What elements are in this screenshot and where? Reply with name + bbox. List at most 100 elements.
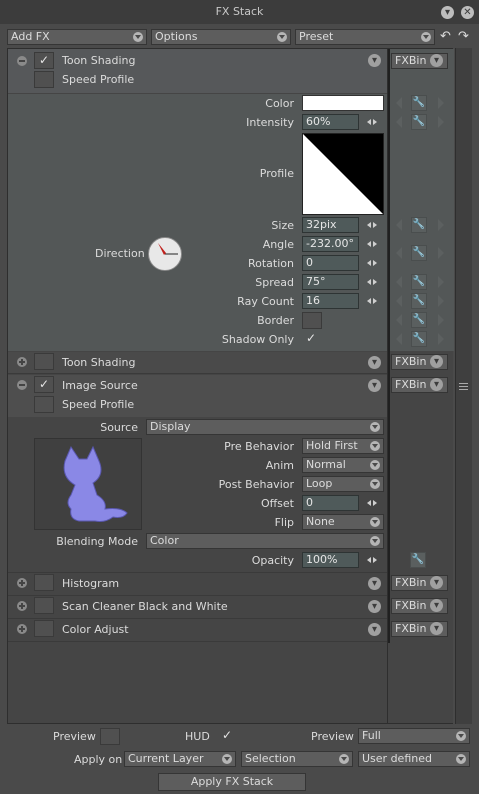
direction-needle-icon (158, 243, 178, 255)
profile-curve-graphic (303, 134, 383, 214)
fx-enable-checkbox[interactable] (34, 574, 54, 591)
keyframe-nav[interactable]: 🔧 (391, 216, 449, 234)
source-dropdown[interactable]: Display (146, 419, 384, 435)
opacity-label: Opacity (251, 554, 294, 567)
expand-fx-icon[interactable] (17, 357, 27, 367)
size-label: Size (271, 219, 294, 232)
fx-menu-icon[interactable]: ▾ (368, 379, 381, 392)
fx-enable-checkbox[interactable] (34, 620, 54, 637)
fx-menu-icon[interactable]: ▾ (368, 623, 381, 636)
spread-spin-icon[interactable] (367, 277, 377, 287)
blending-mode-dropdown[interactable]: Color (146, 533, 384, 549)
raycount-spin-icon[interactable] (367, 296, 377, 306)
offset-field[interactable]: 0 (302, 495, 359, 511)
keyframe-nav[interactable]: 🔧 (391, 244, 449, 262)
shadow-only-checkbox[interactable]: ✓ (306, 331, 316, 345)
angle-label: Angle (262, 238, 294, 251)
direction-label: Direction (95, 247, 145, 260)
fx-enable-checkbox[interactable]: ✓ (34, 376, 54, 393)
hud-checkbox[interactable]: ✓ (222, 728, 232, 742)
rotation-spin-icon[interactable] (367, 258, 377, 268)
preview-checkbox[interactable] (100, 728, 120, 745)
angle-field[interactable]: -232.00° (302, 236, 359, 252)
collapse-icon[interactable]: ▾ (441, 6, 454, 19)
color-label: Color (265, 97, 294, 110)
speed-profile-checkbox[interactable] (34, 396, 54, 413)
spread-label: Spread (255, 276, 294, 289)
opacity-spin-icon[interactable] (367, 555, 377, 565)
fxbin-arrow-icon[interactable]: ▾ (430, 355, 443, 368)
fxbin-arrow-icon[interactable]: ▾ (430, 599, 443, 612)
expand-fx-icon[interactable] (17, 578, 27, 588)
preset-dropdown[interactable]: Preset (295, 29, 435, 45)
divider (8, 641, 387, 642)
fx-enable-checkbox[interactable] (34, 353, 54, 370)
fx-name: Image Source (62, 379, 138, 392)
anim-label: Anim (265, 459, 294, 472)
user-defined-dropdown[interactable]: User defined (358, 751, 470, 767)
keyframe-nav[interactable]: 🔧 (391, 113, 449, 131)
border-checkbox[interactable] (302, 312, 322, 329)
pre-behavior-dropdown[interactable]: Hold First (302, 438, 384, 454)
close-icon[interactable]: ✕ (461, 6, 474, 19)
source-thumbnail (34, 438, 142, 530)
apply-on-label: Apply on (74, 753, 123, 766)
cat-character-image (63, 445, 128, 522)
fx-name-scan-cleaner: Scan Cleaner Black and White (62, 600, 228, 613)
undo-icon[interactable]: ↶ (440, 29, 451, 44)
opacity-field[interactable]: 100% (302, 552, 359, 568)
size-field[interactable]: 32pix (302, 217, 359, 233)
spread-field[interactable]: 75° (302, 274, 359, 290)
fx-menu-icon[interactable]: ▾ (368, 356, 381, 369)
preview-mode-dropdown[interactable]: Full (358, 728, 470, 744)
fxbin-arrow-icon[interactable]: ▾ (430, 576, 443, 589)
color-swatch[interactable] (302, 95, 384, 111)
profile-curve[interactable] (302, 133, 384, 215)
fxbin-arrow-icon[interactable]: ▾ (430, 378, 443, 391)
rotation-field[interactable]: 0 (302, 255, 359, 271)
divider (8, 595, 387, 596)
fx-menu-icon[interactable]: ▾ (368, 577, 381, 590)
add-fx-dropdown[interactable]: Add FX (7, 29, 147, 45)
post-behavior-label: Post Behavior (218, 478, 294, 491)
selection-dropdown[interactable]: Selection (241, 751, 353, 767)
apply-on-dropdown[interactable]: Current Layer (124, 751, 236, 767)
scroll-grip-icon[interactable] (459, 383, 468, 390)
column-divider (388, 49, 390, 643)
keyframe-nav[interactable]: 🔧 (391, 273, 449, 291)
options-dropdown[interactable]: Options (151, 29, 291, 45)
fx-menu-icon[interactable]: ▾ (368, 54, 381, 67)
post-behavior-dropdown[interactable]: Loop (302, 476, 384, 492)
direction-dial[interactable] (148, 237, 182, 271)
keyframe-nav[interactable]: 🔧 (391, 330, 449, 348)
fxbin-arrow-icon[interactable]: ▾ (430, 622, 443, 635)
fxbin-arrow-icon[interactable]: ▾ (430, 54, 443, 67)
flip-dropdown[interactable]: None (302, 514, 384, 530)
expand-fx-icon[interactable] (17, 601, 27, 611)
fx-menu-icon[interactable]: ▾ (368, 600, 381, 613)
divider (8, 572, 387, 573)
speed-profile-label: Speed Profile (62, 398, 135, 411)
apply-fx-stack-button[interactable]: Apply FX Stack (158, 773, 306, 791)
intensity-spin-icon[interactable] (367, 117, 377, 127)
keyframe-nav[interactable]: 🔧 (391, 551, 449, 569)
offset-spin-icon[interactable] (367, 498, 377, 508)
collapse-fx-icon[interactable] (17, 380, 27, 390)
anim-dropdown[interactable]: Normal (302, 457, 384, 473)
intensity-label: Intensity (246, 116, 294, 129)
speed-profile-checkbox[interactable] (34, 71, 54, 88)
expand-fx-icon[interactable] (17, 624, 27, 634)
angle-spin-icon[interactable] (367, 239, 377, 249)
redo-icon[interactable]: ↷ (458, 29, 469, 44)
keyframe-nav[interactable]: 🔧 (391, 311, 449, 329)
keyframe-nav[interactable]: 🔧 (391, 94, 449, 112)
flip-label: Flip (274, 516, 294, 529)
size-spin-icon[interactable] (367, 220, 377, 230)
fx-enable-checkbox[interactable] (34, 597, 54, 614)
intensity-field[interactable]: 60% (302, 114, 359, 130)
fx-enable-checkbox[interactable]: ✓ (34, 52, 54, 69)
collapse-fx-icon[interactable] (17, 56, 27, 66)
pre-behavior-label: Pre Behavior (224, 440, 294, 453)
raycount-field[interactable]: 16 (302, 293, 359, 309)
keyframe-nav[interactable]: 🔧 (391, 292, 449, 310)
